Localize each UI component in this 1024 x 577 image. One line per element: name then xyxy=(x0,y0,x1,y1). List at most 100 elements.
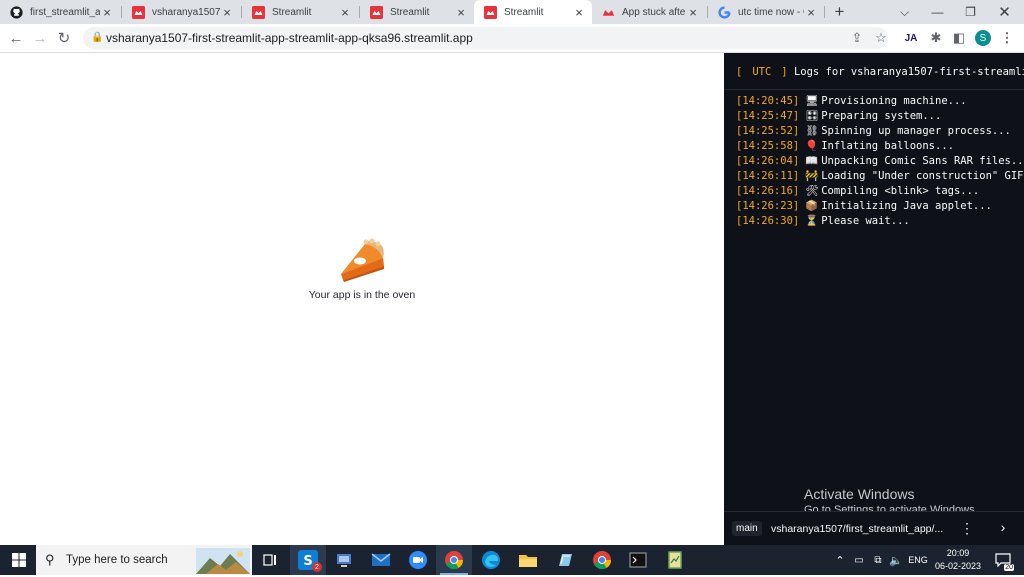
battery-icon[interactable]: ▭ xyxy=(851,545,867,575)
close-icon[interactable]: × xyxy=(100,5,114,20)
tab-title: App stuck after ' xyxy=(622,6,686,18)
volume-icon[interactable]: 🔈 xyxy=(888,545,904,575)
log-line: [14:26:16] 🛠 Compiling <blink> tags... xyxy=(736,184,1024,199)
share-icon[interactable]: ⇪ xyxy=(848,29,866,47)
close-icon[interactable]: × xyxy=(338,5,352,20)
logs-panel: [UTC] Logs for vsharanya1507-first-strea… xyxy=(724,53,1024,545)
file-explorer-icon[interactable] xyxy=(510,545,546,575)
notification-center-icon[interactable]: 20 xyxy=(990,545,1016,575)
close-icon[interactable]: × xyxy=(686,5,700,20)
log-line: [14:26:23] 📦 Initializing Java applet... xyxy=(736,199,1024,214)
log-timestamp: [14:26:16] xyxy=(736,185,800,197)
log-timestamp: [14:25:47] xyxy=(736,110,800,122)
tab-title: Streamlit xyxy=(390,6,430,18)
tab-google[interactable]: utc time now - G × xyxy=(708,0,824,24)
close-icon[interactable]: × xyxy=(454,5,468,20)
lock-icon[interactable]: 🔒 xyxy=(91,32,103,43)
balloon-icon: 🎈 xyxy=(805,140,819,152)
google-icon xyxy=(718,5,731,19)
bookmark-star-icon[interactable]: ☆ xyxy=(872,29,890,47)
log-text: Provisioning machine... xyxy=(821,95,967,107)
logs-title: Logs for vsharanya1507-first-streamlit-a… xyxy=(793,66,1024,78)
tab-github[interactable]: first_streamlit_ap × xyxy=(0,0,120,24)
notebook-app-icon[interactable] xyxy=(657,545,693,575)
language-indicator[interactable]: ENG xyxy=(906,545,930,575)
timezone-bracket: ] xyxy=(781,66,788,78)
package-icon: 📦 xyxy=(805,200,819,212)
log-timestamp: [14:26:30] xyxy=(736,215,800,227)
minimize-icon[interactable]: — xyxy=(921,0,954,24)
tab-streamlit-active[interactable]: Streamlit × xyxy=(474,0,592,24)
zoom-icon[interactable] xyxy=(400,545,436,575)
clock-time: 20:09 xyxy=(946,548,970,558)
more-options-icon[interactable]: ⋮ xyxy=(960,520,974,537)
tab-streamlit-1[interactable]: Streamlit × xyxy=(242,0,358,24)
close-window-icon[interactable]: ✕ xyxy=(988,0,1021,24)
tab-app-stuck[interactable]: App stuck after ' × xyxy=(592,0,706,24)
address-bar[interactable]: 🔒 vsharanya1507-first-streamlit-app-stre… xyxy=(83,27,888,49)
close-icon[interactable]: × xyxy=(572,5,586,20)
tab-vsharanya-profile[interactable]: vsharanya1507's × xyxy=(122,0,240,24)
chrome-profile-icon[interactable] xyxy=(584,545,620,575)
log-line: [14:26:11] 🚧 Loading "Under construction" … xyxy=(736,169,1024,184)
windows-taskbar: ⚲ Type here to search S 2 ⌃ ▭ ⧉ 🔈 ENG 20… xyxy=(0,545,1024,575)
log-line: [14:25:52] ⛓ Spinning up manager process..… xyxy=(736,124,1024,139)
forward-arrow-icon[interactable]: → xyxy=(30,28,50,48)
repo-link[interactable]: vsharanya1507/first_streamlit_app/... xyxy=(771,523,943,535)
side-panel-icon[interactable]: ◧ xyxy=(950,29,968,47)
streamlit-icon xyxy=(252,5,265,19)
construction-icon: 🚧 xyxy=(805,170,819,182)
task-view-icon[interactable] xyxy=(252,545,288,575)
tab-search-chevron-icon[interactable]: ⌵ xyxy=(888,0,921,24)
chrome-icon[interactable] xyxy=(436,545,472,575)
tab-title: Streamlit xyxy=(504,6,544,18)
clock-date: 06-02-2023 xyxy=(934,561,982,571)
tab-title: utc time now - G xyxy=(738,6,804,18)
search-placeholder[interactable]: Type here to search xyxy=(66,554,168,566)
tab-streamlit-2[interactable]: Streamlit × xyxy=(360,0,474,24)
reload-icon[interactable]: ↻ xyxy=(54,28,74,48)
close-icon[interactable]: × xyxy=(804,5,818,20)
tools-icon: 🛠 xyxy=(805,185,819,197)
clock[interactable]: 20:09 06-02-2023 xyxy=(930,547,986,573)
chevron-right-icon[interactable]: › xyxy=(996,519,1010,535)
logs-footer: main vsharanya1507/first_streamlit_app/.… xyxy=(724,511,1024,545)
log-text: Spinning up manager process... xyxy=(821,125,1011,137)
log-text: Loading "Under construction" GIFs... xyxy=(821,170,1024,182)
log-timestamp: [14:26:23] xyxy=(736,200,800,212)
back-arrow-icon[interactable]: ← xyxy=(6,28,26,48)
open-book-icon: 📖 xyxy=(805,155,819,167)
log-timestamp: [14:26:04] xyxy=(736,155,800,167)
log-line: [14:26:04] 📖 Unpacking Comic Sans RAR file… xyxy=(736,154,1024,169)
avatar[interactable]: S xyxy=(974,29,992,47)
log-timestamp: [14:25:52] xyxy=(736,125,800,137)
skype-icon[interactable]: S 2 xyxy=(290,545,326,575)
browser-tab-strip: first_streamlit_ap × vsharanya1507's × S… xyxy=(0,0,1024,24)
log-line: [14:25:58] 🎈 Inflating balloons... xyxy=(736,139,1024,154)
edge-icon[interactable] xyxy=(473,545,509,575)
close-icon[interactable]: × xyxy=(220,5,234,20)
log-line: [14:20:45] 🖥 Provisioning machine... xyxy=(736,94,1024,109)
taskbar-search[interactable]: ⚲ Type here to search xyxy=(36,545,252,575)
notification-badge: 20 xyxy=(1004,564,1014,571)
chevron-up-icon[interactable]: ⌃ xyxy=(833,545,847,575)
search-icon: ⚲ xyxy=(45,552,55,567)
log-lines: [14:20:45] 🖥 Provisioning machine... [14:2… xyxy=(736,94,1024,229)
computer-icon: 🖥 xyxy=(805,95,819,107)
chains-icon: ⛓ xyxy=(805,125,819,137)
browser-menu-icon[interactable]: ⋮ xyxy=(998,29,1016,47)
new-tab-button[interactable]: + xyxy=(823,0,856,24)
terminal-icon[interactable] xyxy=(620,545,656,575)
url-text[interactable]: vsharanya1507-first-streamlit-app-stream… xyxy=(106,31,473,45)
mail-icon[interactable] xyxy=(363,545,399,575)
restore-icon[interactable]: ❐ xyxy=(954,0,987,24)
extension-ja-icon[interactable]: JA xyxy=(902,29,920,47)
pen-workspace-icon[interactable]: ⧉ xyxy=(870,545,886,575)
windows-start-icon[interactable] xyxy=(6,545,32,575)
extensions-puzzle-icon[interactable]: ✱ xyxy=(927,29,945,47)
streamlit-icon xyxy=(370,5,383,19)
network-app-icon[interactable] xyxy=(326,545,362,575)
app-area: Your app is in the oven xyxy=(0,53,724,545)
notepad-icon[interactable] xyxy=(547,545,583,575)
skype-badge: 2 xyxy=(312,562,322,572)
